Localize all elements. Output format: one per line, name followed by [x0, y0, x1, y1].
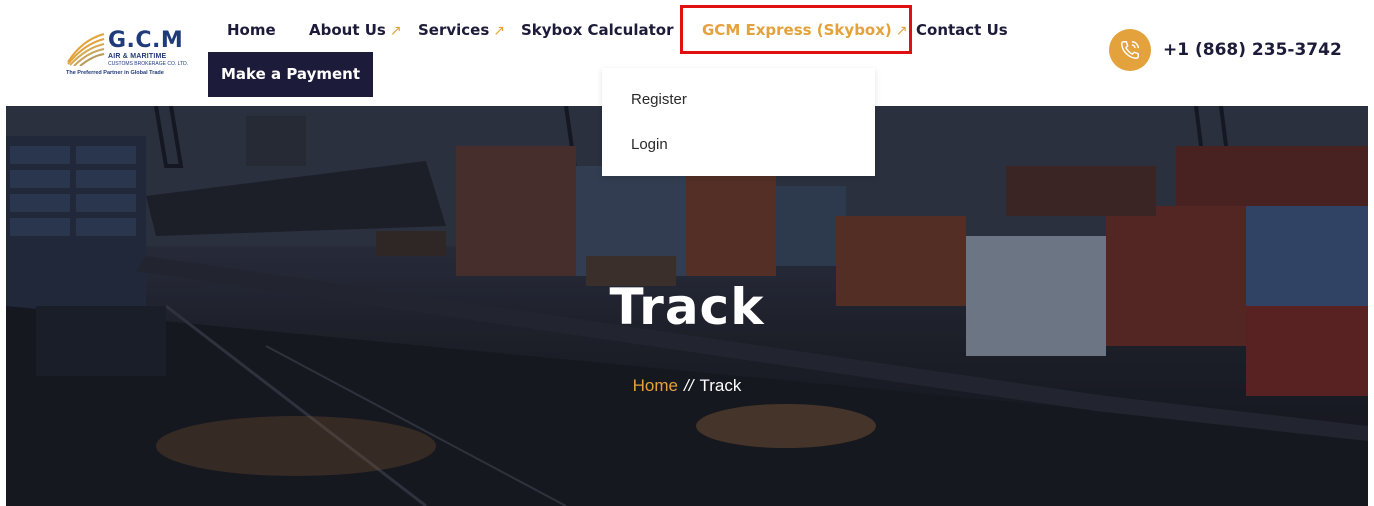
nav-home-label: Home [227, 21, 276, 39]
logo-subtitle-small: CUSTOMS BROKERAGE CO. LTD. [108, 61, 189, 67]
breadcrumb-current: Track [699, 376, 742, 395]
phone-number[interactable]: +1 (868) 235-3742 [1163, 40, 1342, 60]
arrow-up-right-icon: ↗ [493, 23, 506, 39]
logo-wave-icon [67, 33, 105, 66]
phone-icon[interactable] [1109, 29, 1151, 71]
nav-services-label: Services [418, 21, 490, 39]
logo-subtitle: AIR & MARITIME [108, 53, 167, 60]
dropdown-item-register[interactable]: Register [631, 91, 687, 108]
make-payment-button[interactable]: Make a Payment [208, 52, 373, 97]
logo-tagline: The Preferred Partner in Global Trade [66, 70, 164, 76]
gcm-express-dropdown-menu: Register Login [602, 68, 875, 176]
breadcrumb-separator: // [684, 376, 694, 395]
nav-services[interactable]: Services ↗ [418, 18, 505, 42]
phone-glyph-icon [1121, 41, 1139, 59]
arrow-up-right-icon: ↗ [389, 23, 402, 39]
nav-skybox-calculator[interactable]: Skybox Calculator [521, 18, 673, 42]
nav-about-us[interactable]: About Us ↗ [309, 18, 402, 42]
breadcrumb: Home // Track [6, 376, 1368, 396]
nav-home[interactable]: Home [227, 18, 276, 42]
nav-contact-us[interactable]: Contact Us [916, 18, 1008, 42]
page-title: Track [609, 278, 765, 336]
highlight-box [680, 5, 912, 54]
dropdown-item-login[interactable]: Login [631, 136, 668, 153]
nav-contact-label: Contact Us [916, 21, 1008, 39]
nav-calculator-label: Skybox Calculator [521, 21, 674, 39]
logo-title: G.C.M [108, 28, 184, 53]
gcm-logo[interactable]: G.C.M AIR & MARITIME CUSTOMS BROKERAGE C… [64, 24, 214, 78]
breadcrumb-home-link[interactable]: Home [633, 376, 678, 395]
nav-about-label: About Us [309, 21, 386, 39]
